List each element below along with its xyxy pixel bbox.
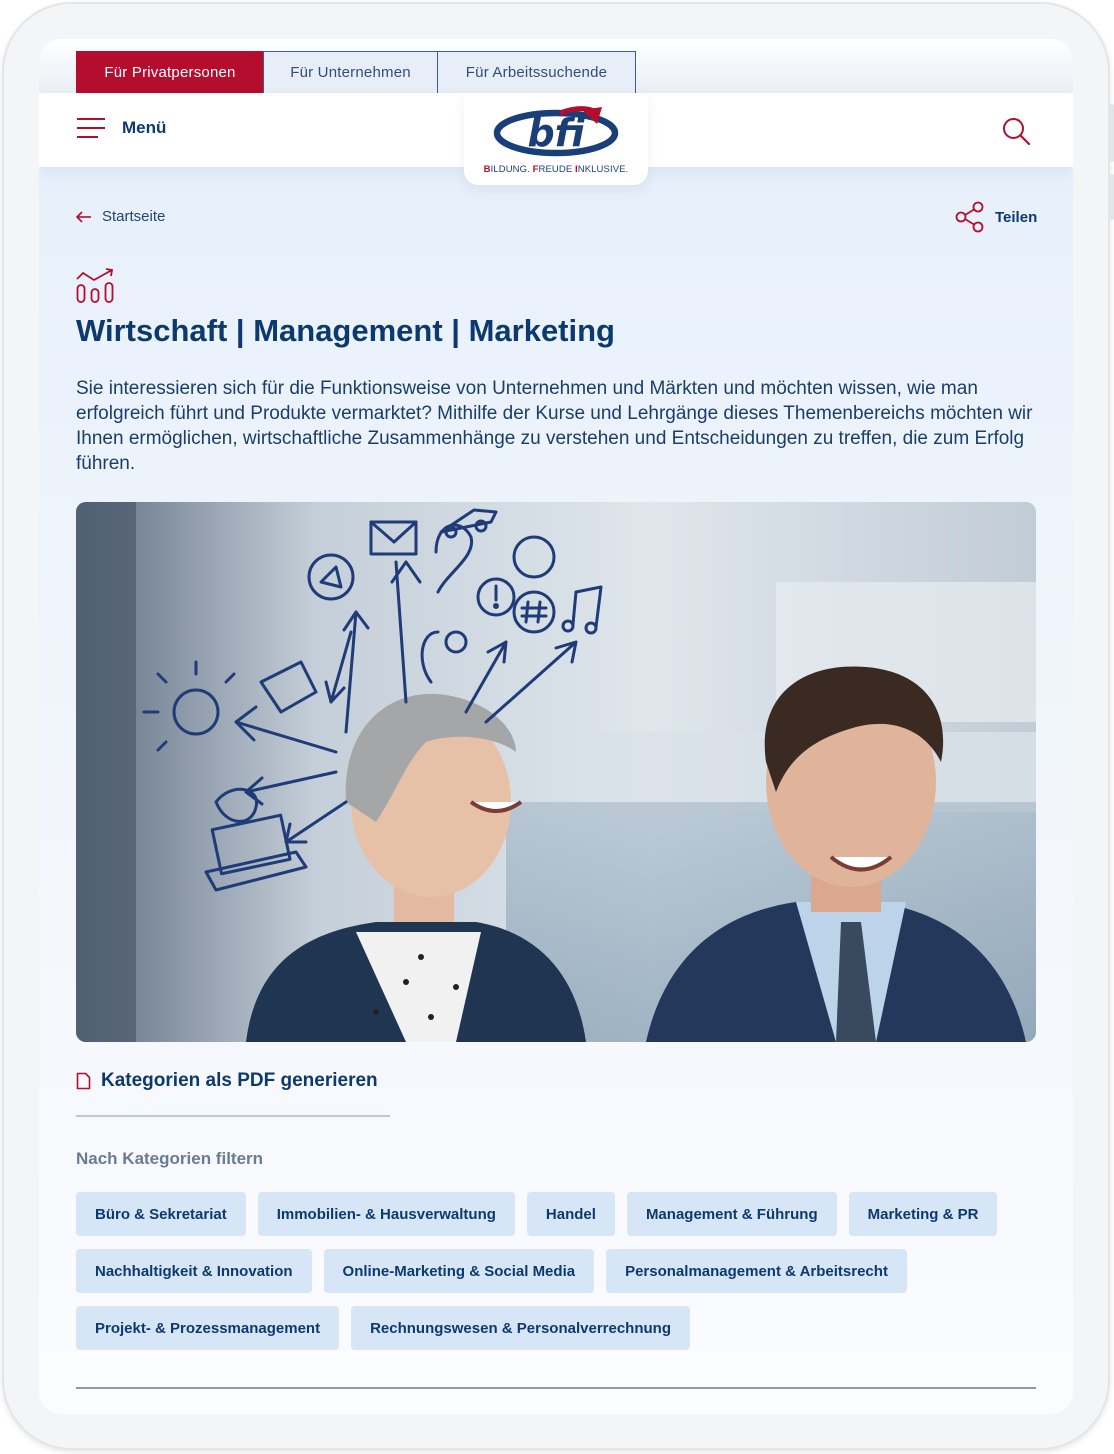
share-icon — [955, 201, 984, 233]
tab-unternehmen[interactable]: Für Unternehmen — [263, 51, 438, 93]
filter-chip[interactable]: Immobilien- & Hausverwaltung — [257, 1192, 515, 1236]
divider — [76, 1115, 390, 1117]
hamburger-icon — [77, 118, 105, 138]
growth-chart-icon — [76, 268, 114, 303]
document-icon — [76, 1072, 91, 1090]
search-icon[interactable] — [1001, 116, 1031, 146]
hero-image — [76, 502, 1036, 1042]
logo-text: bfi — [527, 111, 585, 155]
filter-chip[interactable]: Marketing & PR — [848, 1192, 998, 1236]
page-title: Wirtschaft | Management | Marketing — [76, 313, 615, 348]
filter-chip[interactable]: Nachhaltigkeit & Innovation — [76, 1249, 312, 1293]
menu-label: Menü — [122, 118, 167, 137]
tagline: BILDUNG. FREUDE INKLUSIVE. — [483, 164, 629, 175]
filter-label: Nach Kategorien filtern — [76, 1149, 264, 1168]
breadcrumb-back-link[interactable]: Startseite — [76, 208, 165, 225]
audience-tabs: Für Privatpersonen Für Unternehmen Für A… — [39, 39, 1073, 93]
divider — [76, 1387, 1036, 1389]
share-label: Teilen — [995, 208, 1038, 226]
filter-chip[interactable]: Büro & Sekretariat — [76, 1192, 246, 1236]
tab-label: Für Privatpersonen — [104, 64, 236, 81]
screen: Für Privatpersonen Für Unternehmen Für A… — [39, 39, 1073, 1414]
pdf-label: Kategorien als PDF generieren — [101, 1070, 378, 1091]
filter-chip[interactable]: Handel — [526, 1192, 615, 1236]
tab-label: Für Unternehmen — [290, 64, 411, 81]
share-button[interactable]: Teilen — [955, 201, 1037, 233]
filter-chip[interactable]: Management & Führung — [626, 1192, 837, 1236]
filter-chip[interactable]: Personalmanagement & Arbeitsrecht — [606, 1249, 907, 1293]
filter-chip[interactable]: Projekt- & Prozessmanagement — [76, 1306, 340, 1350]
arrow-left-icon — [76, 210, 91, 223]
category-filter-chips: Büro & Sekretariat Immobilien- & Hausver… — [76, 1192, 1036, 1350]
filter-chip[interactable]: Rechnungswesen & Personalverrechnung — [351, 1306, 690, 1350]
hero-illustration — [76, 502, 1036, 1042]
device-side-button — [1110, 174, 1114, 220]
intro-text: Sie interessieren sich für die Funktions… — [76, 378, 1033, 474]
menu-button[interactable]: Menü — [76, 117, 166, 139]
tab-arbeitssuchende[interactable]: Für Arbeitssuchende — [437, 51, 636, 93]
tab-privatpersonen[interactable]: Für Privatpersonen — [76, 51, 264, 93]
bfi-logo: bfi — [493, 106, 619, 157]
logo-link[interactable]: bfi BILDUNG. FREUDE INKLUSIVE. — [464, 93, 648, 185]
device-side-button — [1110, 104, 1114, 162]
pdf-generate-link[interactable]: Kategorien als PDF generieren — [76, 1070, 378, 1092]
tab-label: Für Arbeitssuchende — [465, 64, 608, 81]
filter-chip[interactable]: Online-Marketing & Social Media — [323, 1249, 595, 1293]
breadcrumb-label: Startseite — [102, 208, 166, 225]
